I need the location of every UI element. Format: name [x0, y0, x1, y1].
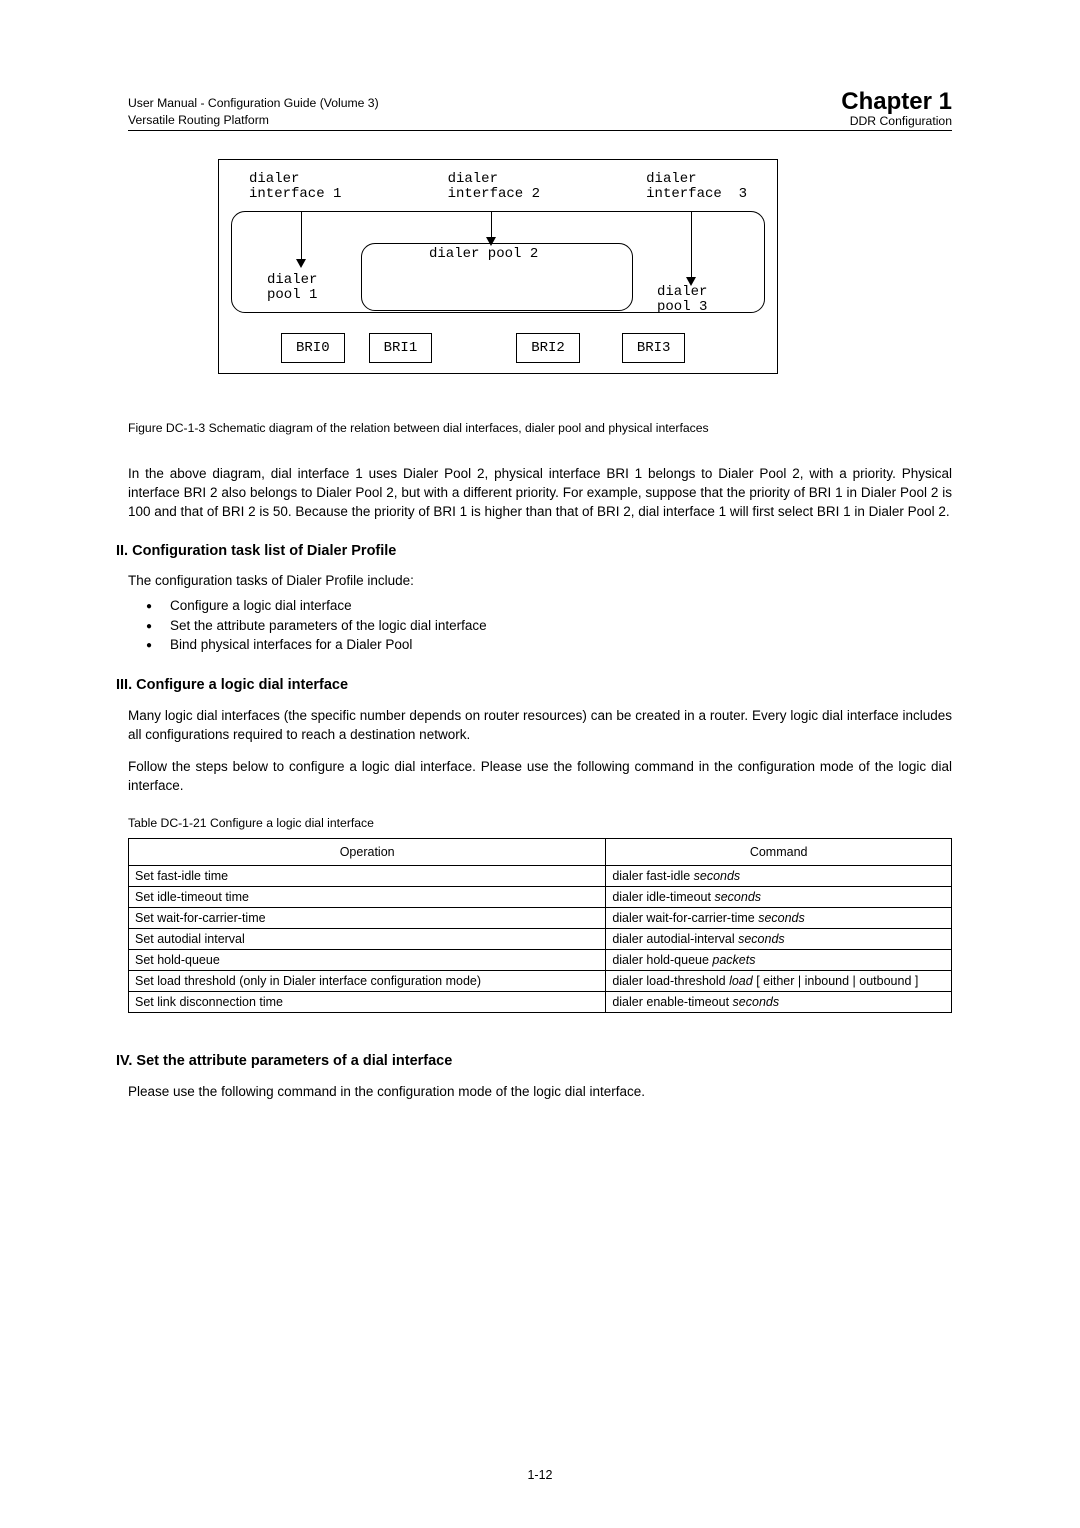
- command-cell: dialer fast-idle seconds: [606, 865, 952, 886]
- bri3-box: BRI3: [622, 333, 686, 363]
- dialer-pool-1-label: dialer pool 1: [267, 273, 317, 302]
- manual-subtitle: Versatile Routing Platform: [128, 112, 379, 128]
- figure-description: Schematic diagram of the relation betwee…: [205, 421, 708, 435]
- table-row: Set autodial intervaldialer autodial-int…: [129, 928, 952, 949]
- chapter-number: Chapter 1: [841, 90, 952, 114]
- table-row: Set link disconnection timedialer enable…: [129, 991, 952, 1012]
- command-cell: dialer load-threshold load [ either | in…: [606, 970, 952, 991]
- header-right: Chapter 1 DDR Configuration: [841, 90, 952, 128]
- dialer-interface-1-label: dialer interface 1: [249, 172, 341, 201]
- figure-label: Figure DC-1-3: [128, 421, 205, 435]
- section-4-heading: IV. Set the attribute parameters of a di…: [116, 1053, 952, 1069]
- operation-cell: Set autodial interval: [129, 928, 606, 949]
- operation-cell: Set link disconnection time: [129, 991, 606, 1012]
- figure-caption: Figure DC-1-3 Schematic diagram of the r…: [128, 420, 952, 437]
- section-3-heading: III. Configure a logic dial interface: [116, 677, 952, 693]
- section-2-heading: II. Configuration task list of Dialer Pr…: [116, 543, 952, 559]
- table-header-row: Operation Command: [129, 838, 952, 865]
- bullet-item: Bind physical interfaces for a Dialer Po…: [152, 635, 952, 655]
- table-row: Set hold-queuedialer hold-queue packets: [129, 949, 952, 970]
- bullet-list: Configure a logic dial interface Set the…: [152, 596, 952, 655]
- command-cell: dialer hold-queue packets: [606, 949, 952, 970]
- dialer-pool-2-label: dialer pool 2: [429, 247, 538, 262]
- table-row: Set load threshold (only in Dialer inter…: [129, 970, 952, 991]
- paragraph-follow: Follow the steps below to configure a lo…: [128, 758, 952, 795]
- bri1-box: BRI1: [369, 333, 433, 363]
- dialer-interface-2-label: dialer interface 2: [448, 172, 540, 201]
- manual-title: User Manual - Configuration Guide (Volum…: [128, 95, 379, 111]
- header-left: User Manual - Configuration Guide (Volum…: [128, 95, 379, 128]
- paragraph-please: Please use the following command in the …: [128, 1083, 952, 1102]
- command-cell: dialer wait-for-carrier-time seconds: [606, 907, 952, 928]
- table-row: Set wait-for-carrier-timedialer wait-for…: [129, 907, 952, 928]
- operation-cell: Set load threshold (only in Dialer inter…: [129, 970, 606, 991]
- table-row: Set fast-idle timedialer fast-idle secon…: [129, 865, 952, 886]
- chapter-topic: DDR Configuration: [841, 114, 952, 128]
- command-cell: dialer enable-timeout seconds: [606, 991, 952, 1012]
- operation-cell: Set fast-idle time: [129, 865, 606, 886]
- bullet-item: Set the attribute parameters of the logi…: [152, 616, 952, 636]
- page-number: 1-12: [0, 1468, 1080, 1482]
- table-caption: Table DC-1-21 Configure a logic dial int…: [128, 816, 952, 830]
- command-cell: dialer idle-timeout seconds: [606, 886, 952, 907]
- dialer-pool-3-label: dialer pool 3: [657, 285, 707, 314]
- paragraph-above-diagram: In the above diagram, dial interface 1 u…: [128, 465, 952, 521]
- list-intro: The configuration tasks of Dialer Profil…: [128, 573, 952, 588]
- figure-diagram: dialer interface 1 dialer interface 2 di…: [218, 159, 778, 374]
- bullet-item: Configure a logic dial interface: [152, 596, 952, 616]
- operation-cell: Set idle-timeout time: [129, 886, 606, 907]
- command-cell: dialer autodial-interval seconds: [606, 928, 952, 949]
- table-row: Set idle-timeout timedialer idle-timeout…: [129, 886, 952, 907]
- page-header: User Manual - Configuration Guide (Volum…: [128, 90, 952, 131]
- col-operation: Operation: [129, 838, 606, 865]
- table-description: Configure a logic dial interface: [207, 816, 374, 830]
- operation-cell: Set wait-for-carrier-time: [129, 907, 606, 928]
- bri0-box: BRI0: [281, 333, 345, 363]
- paragraph-many: Many logic dial interfaces (the specific…: [128, 707, 952, 744]
- operation-cell: Set hold-queue: [129, 949, 606, 970]
- dialer-interface-3-label: dialer interface 3: [646, 172, 747, 201]
- col-command: Command: [606, 838, 952, 865]
- table-label: Table DC-1-21: [128, 816, 207, 830]
- bri2-box: BRI2: [516, 333, 580, 363]
- command-table: Operation Command Set fast-idle timedial…: [128, 838, 952, 1013]
